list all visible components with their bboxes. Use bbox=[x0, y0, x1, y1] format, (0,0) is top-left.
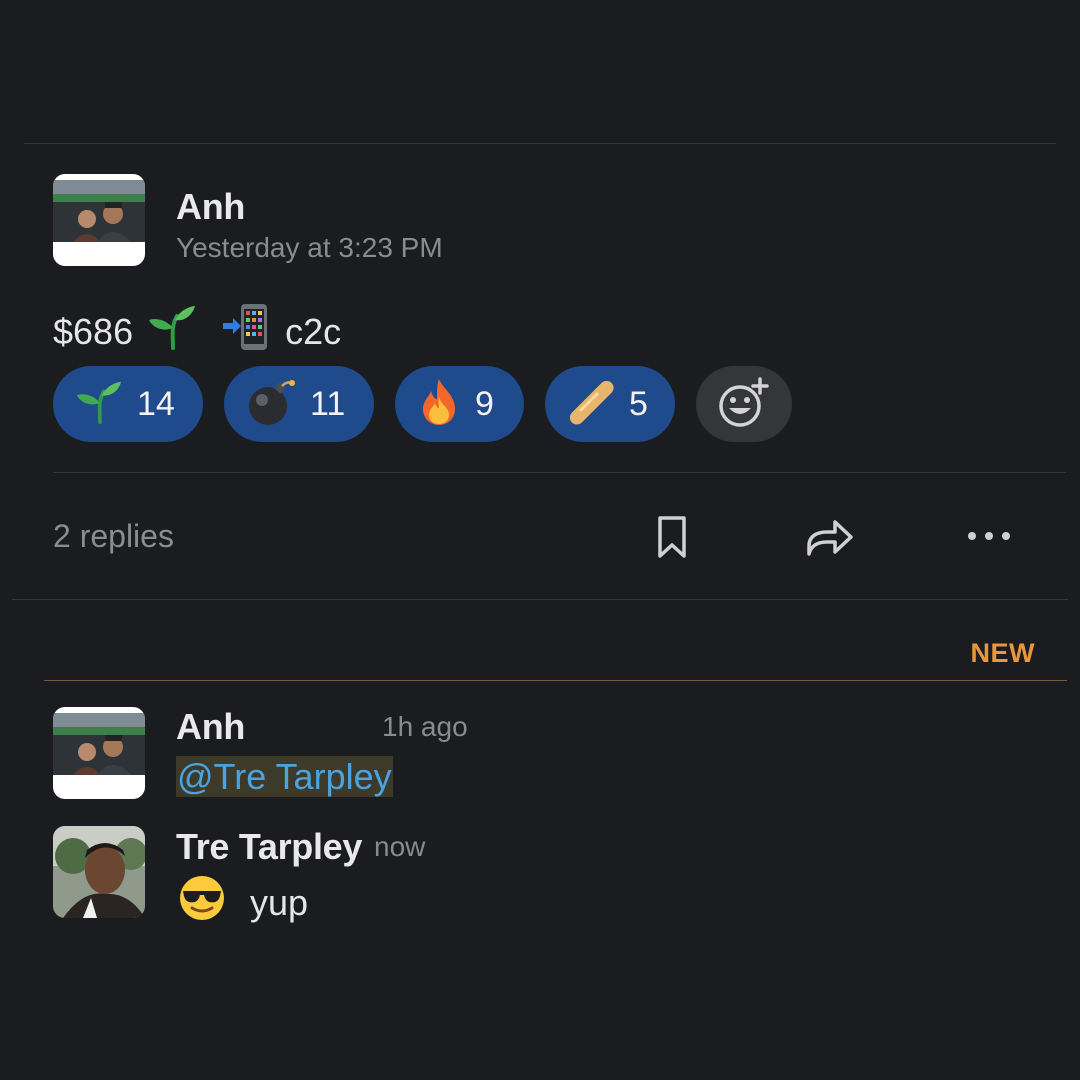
reaction-bomb[interactable]: 11 bbox=[224, 366, 374, 442]
reaction-count: 11 bbox=[310, 384, 346, 423]
avatar-anh[interactable] bbox=[53, 174, 145, 266]
post-timestamp: Yesterday at 3:23 PM bbox=[176, 232, 443, 263]
avatar-anh-reply[interactable] bbox=[53, 707, 145, 799]
new-messages-label: NEW bbox=[970, 638, 1035, 668]
reaction-bar: 14 11 9 5 bbox=[53, 366, 792, 442]
avatar-tre-tarpley[interactable] bbox=[53, 826, 145, 918]
reactions-divider bbox=[53, 472, 1066, 473]
top-divider bbox=[24, 143, 1056, 144]
reaction-baguette[interactable]: 5 bbox=[545, 366, 675, 442]
bomb-emoji-icon bbox=[246, 378, 296, 431]
reply-message: yup bbox=[178, 874, 308, 931]
baguette-emoji-icon bbox=[567, 378, 615, 431]
reply-author[interactable]: Tre Tarpley bbox=[176, 826, 362, 868]
reaction-count: 9 bbox=[475, 384, 494, 423]
mobile-arrow-emoji-icon bbox=[221, 302, 271, 361]
reply-time: 1h ago bbox=[382, 711, 468, 742]
add-reaction-button[interactable] bbox=[696, 366, 792, 442]
reaction-seedling[interactable]: 14 bbox=[53, 366, 203, 442]
replies-count[interactable]: 2 replies bbox=[53, 518, 174, 555]
add-reaction-icon bbox=[718, 376, 770, 433]
thread-divider bbox=[12, 599, 1068, 600]
seedling-emoji-icon bbox=[147, 304, 197, 359]
post-message: $686 c2c bbox=[53, 302, 341, 361]
seedling-emoji-icon bbox=[75, 379, 123, 430]
avatar-photo bbox=[53, 174, 145, 266]
reply-text: yup bbox=[250, 881, 309, 923]
post-author[interactable]: Anh bbox=[176, 186, 245, 228]
more-icon[interactable] bbox=[965, 528, 1013, 549]
reaction-count: 5 bbox=[629, 384, 648, 423]
avatar-photo bbox=[53, 826, 145, 918]
post-amount: $686 bbox=[53, 310, 134, 352]
reply-author[interactable]: Anh bbox=[176, 706, 245, 748]
reply-message: @Tre Tarpley bbox=[176, 756, 393, 798]
avatar-photo bbox=[53, 707, 145, 799]
bookmark-icon[interactable] bbox=[654, 514, 690, 565]
reaction-fire[interactable]: 9 bbox=[395, 366, 524, 442]
share-icon[interactable] bbox=[805, 516, 855, 563]
user-mention[interactable]: @Tre Tarpley bbox=[176, 756, 393, 797]
reaction-count: 14 bbox=[137, 384, 175, 423]
reply-time: now bbox=[374, 831, 426, 862]
fire-emoji-icon bbox=[417, 377, 461, 432]
post-suffix: c2c bbox=[285, 310, 342, 352]
new-messages-line bbox=[44, 680, 1067, 681]
sunglasses-emoji-icon bbox=[178, 874, 226, 931]
